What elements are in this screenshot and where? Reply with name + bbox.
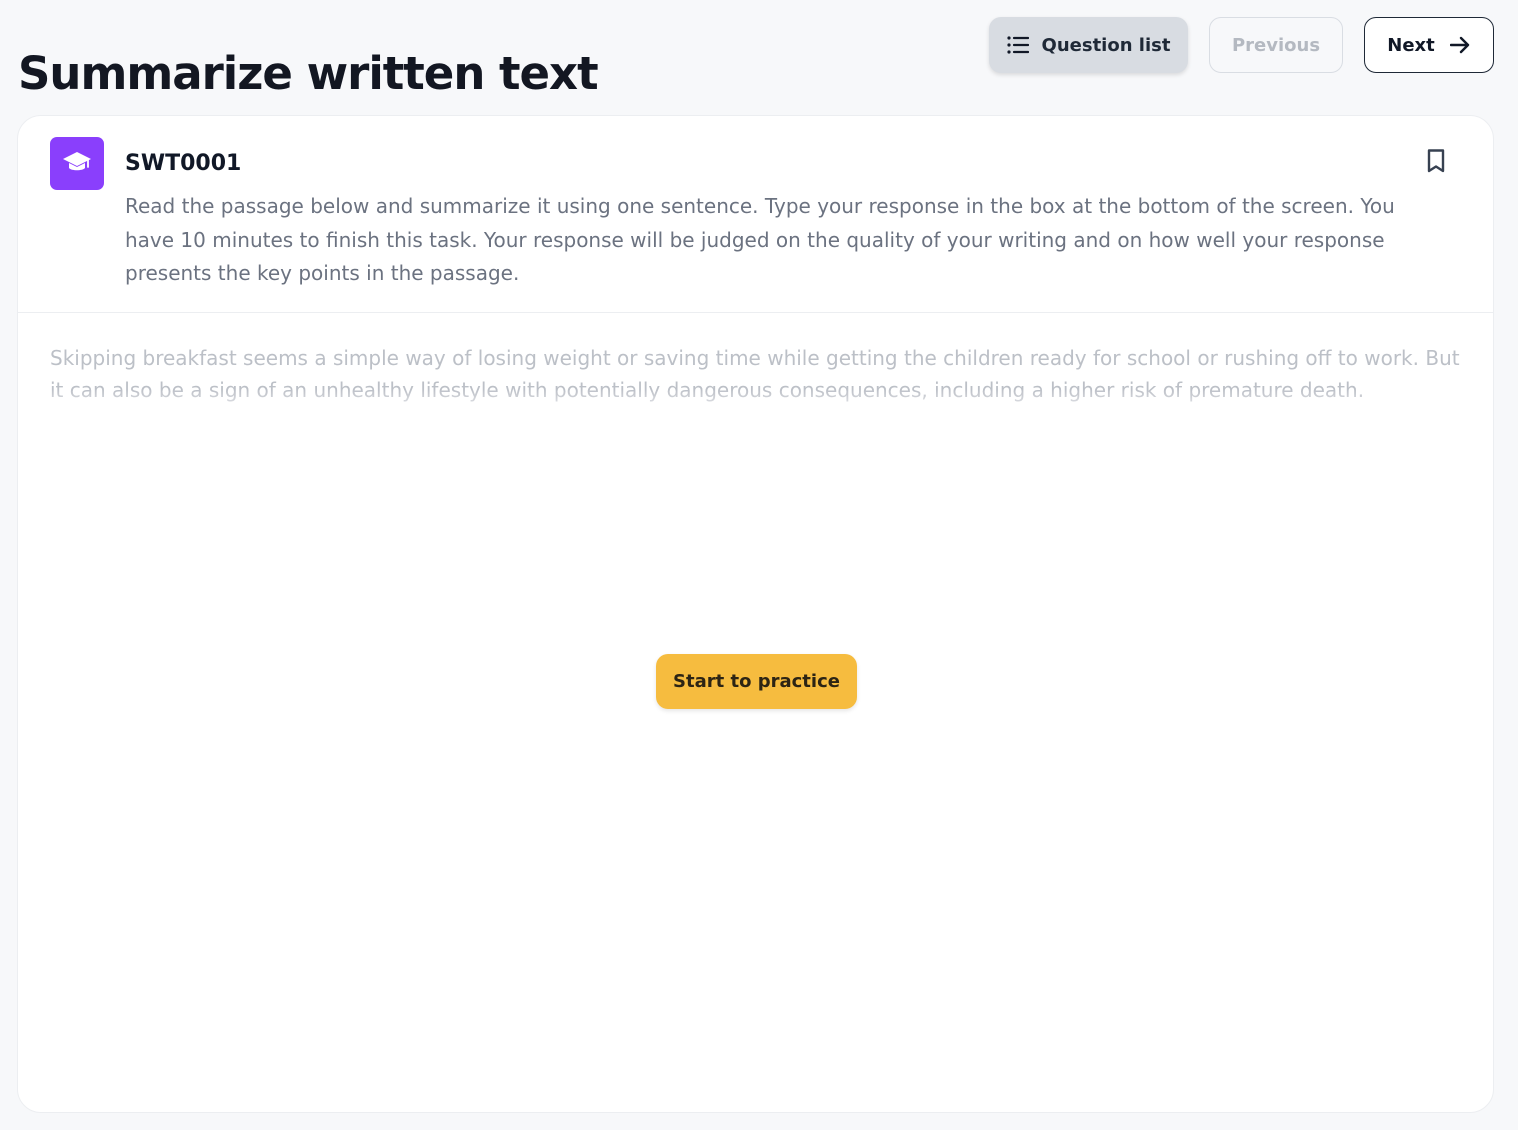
page-header: Summarize written text Question list Pre… [0, 0, 1518, 100]
practice-page: Summarize written text Question list Pre… [0, 0, 1518, 1130]
previous-button[interactable]: Previous [1209, 17, 1343, 73]
graduation-cap-icon [62, 150, 92, 178]
question-header: SWT0001 Read the passage below and summa… [18, 116, 1493, 313]
question-card: SWT0001 Read the passage below and summa… [17, 115, 1494, 1113]
bookmark-icon [1425, 148, 1447, 178]
task-type-badge [50, 137, 104, 190]
question-list-button[interactable]: Question list [989, 17, 1188, 73]
passage-preview: Skipping breakfast seems a simple way of… [50, 346, 1460, 402]
question-instruction: Read the passage below and summarize it … [125, 194, 1395, 285]
next-button[interactable]: Next [1364, 17, 1494, 73]
next-label: Next [1387, 34, 1435, 56]
question-list-label: Question list [1041, 34, 1171, 56]
page-title: Summarize written text [18, 47, 599, 101]
list-icon [1006, 34, 1029, 56]
previous-label: Previous [1231, 34, 1321, 56]
bookmark-button[interactable] [1422, 149, 1450, 177]
arrow-right-icon [1449, 34, 1471, 56]
start-practice-button[interactable]: Start to practice [656, 654, 857, 709]
question-id: SWT0001 [125, 151, 242, 176]
